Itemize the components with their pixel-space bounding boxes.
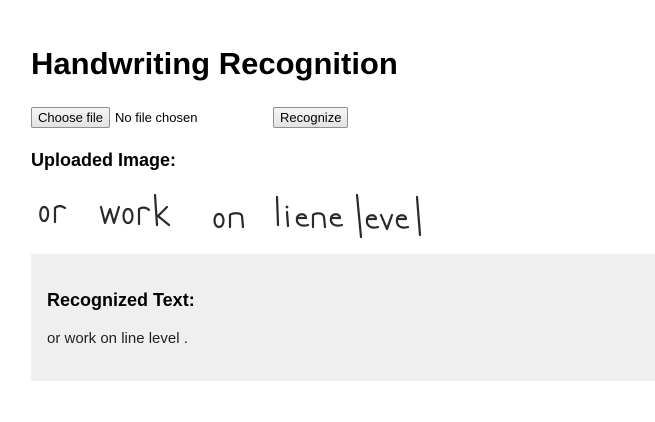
recognized-text-output: or work on line level . xyxy=(47,330,188,347)
file-status-text: No file chosen xyxy=(115,110,198,125)
handwriting-recognition-page: Handwriting Recognition Choose file No f… xyxy=(0,0,655,422)
choose-file-button[interactable]: Choose file xyxy=(31,107,111,128)
uploaded-handwriting-image xyxy=(39,193,422,239)
recognized-text-heading: Recognized Text: xyxy=(47,290,195,310)
recognized-text-panel: Recognized Text: or work on line level . xyxy=(31,254,655,381)
recognize-button[interactable]: Recognize xyxy=(273,107,349,128)
page-title: Handwriting Recognition xyxy=(31,46,398,81)
uploaded-image-heading: Uploaded Image: xyxy=(31,150,177,170)
file-input[interactable]: Choose file No file chosen xyxy=(31,107,197,128)
